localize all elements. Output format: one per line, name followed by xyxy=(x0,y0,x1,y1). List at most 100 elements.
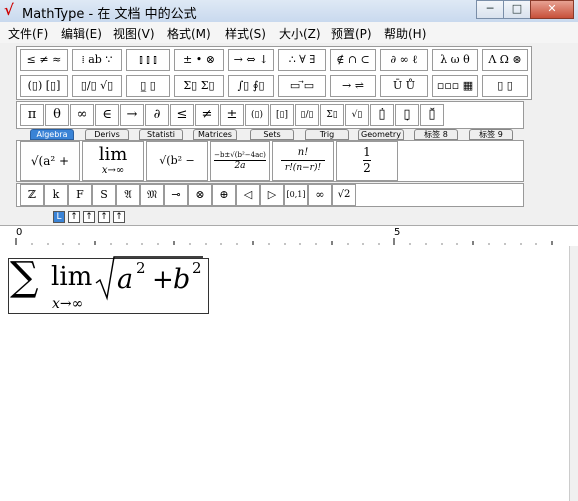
size-button-up-2[interactable]: ↑ xyxy=(83,211,95,223)
symbol-s[interactable]: S xyxy=(92,184,116,206)
symbol-dot-accent[interactable]: ▯̇ xyxy=(370,104,394,126)
title-bar: √ MathType - 在 文档 中的公式 ─ □ ✕ xyxy=(0,0,578,23)
equation-plus: + xyxy=(152,265,174,295)
menu-preferences[interactable]: 预置(P) xyxy=(331,25,372,42)
template-limit[interactable]: lim x→∞ xyxy=(82,141,144,181)
template-sqrt-sum-squares[interactable]: √(a² + b²) xyxy=(20,141,80,181)
palette-relations[interactable]: ≤ ≠ ≈ xyxy=(20,49,68,71)
template-discriminant[interactable]: √(b² − 4ac) xyxy=(146,141,208,181)
palette-bars[interactable]: ▭ ⃗▭ xyxy=(278,75,326,97)
menu-bar: 文件(F) 编辑(E) 视图(V) 格式(M) 样式(S) 大小(Z) 预置(P… xyxy=(0,22,578,44)
vertical-scrollbar[interactable] xyxy=(569,246,578,501)
tab-geometry[interactable]: Geometry xyxy=(358,129,404,140)
tab-label-9[interactable]: 标签 9 xyxy=(469,129,513,140)
ruler[interactable]: 0 5 xyxy=(0,225,578,247)
symbol-pi[interactable]: π xyxy=(20,104,44,126)
palette-misc[interactable]: ∂ ∞ ℓ xyxy=(380,49,428,71)
symbol-dot-below[interactable]: ▯̣ xyxy=(395,104,419,126)
template-combination[interactable]: n! r!(n−r)! xyxy=(272,141,334,181)
template-half-numerator: 1 xyxy=(363,145,371,159)
symbol-infinity[interactable]: ∞ xyxy=(70,104,94,126)
palette-boxes[interactable]: ▯ ▯ xyxy=(482,75,528,97)
palette-subscripts[interactable]: ▯̲ ▯ xyxy=(126,75,170,97)
equation-sum: ∑ xyxy=(10,254,39,300)
palette-greek-upper[interactable]: Λ Ω ⊛ xyxy=(482,49,528,71)
symbol-less-equal[interactable]: ≤ xyxy=(170,104,194,126)
tab-sets[interactable]: Sets xyxy=(250,129,294,140)
symbol-plus-minus[interactable]: ± xyxy=(220,104,244,126)
template-quadratic-numerator: −b±√(b²−4ac) xyxy=(214,151,266,161)
symbol-f[interactable]: F xyxy=(68,184,92,206)
symbol-otimes[interactable]: ⊗ xyxy=(188,184,212,206)
minimize-button[interactable]: ─ xyxy=(476,0,504,19)
symbol-fraktur-m[interactable]: 𝔐 xyxy=(140,184,164,206)
template-combination-numerator: n! xyxy=(297,147,309,158)
menu-style[interactable]: 样式(S) xyxy=(225,25,266,42)
symbol-multimap[interactable]: ⊸ xyxy=(164,184,188,206)
symbol-theta[interactable]: θ xyxy=(45,104,69,126)
template-quadratic-formula[interactable]: −b±√(b²−4ac) 2a xyxy=(210,141,270,181)
menu-edit[interactable]: 编辑(E) xyxy=(61,25,102,42)
symbol-right-triangle[interactable]: ▷ xyxy=(260,184,284,206)
tab-matrices[interactable]: Matrices xyxy=(193,129,237,140)
ruler-mark-5: 5 xyxy=(394,227,401,238)
template-limit-main: lim xyxy=(98,144,128,165)
equation-editor[interactable]: ∑ lim x→∞ a 2 + b 2 xyxy=(0,246,570,501)
symbol-summation[interactable]: Σ▯ xyxy=(320,104,344,126)
equation-a-exponent: 2 xyxy=(136,259,146,277)
symbol-integers[interactable]: ℤ xyxy=(20,184,44,206)
symbol-left-triangle[interactable]: ◁ xyxy=(236,184,260,206)
symbol-fraktur-a[interactable]: 𝔄 xyxy=(116,184,140,206)
palette-embellishments[interactable]: ⫾ ⫾ ⫾ xyxy=(126,49,170,71)
tab-algebra[interactable]: Algebra xyxy=(30,129,74,140)
tab-trig[interactable]: Trig xyxy=(305,129,349,140)
menu-size[interactable]: 大小(Z) xyxy=(279,25,321,42)
ruler-ticks xyxy=(15,238,553,245)
close-button[interactable]: ✕ xyxy=(530,0,574,19)
palette-integrals[interactable]: ∫▯ ∮▯ xyxy=(228,75,274,97)
symbol-right-arrow[interactable]: → xyxy=(120,104,144,126)
symbol-brackets[interactable]: [▯] xyxy=(270,104,294,126)
palette-products[interactable]: Ū Ů xyxy=(380,75,428,97)
tab-statistics[interactable]: Statisti xyxy=(139,129,183,140)
template-limit-sub: x→∞ xyxy=(101,165,125,176)
palette-summations[interactable]: Σ▯ Σ▯ xyxy=(174,75,224,97)
symbol-infinity-small[interactable]: ∞ xyxy=(308,184,332,206)
size-button-up-1[interactable]: ↑ xyxy=(68,211,80,223)
symbol-fraction[interactable]: ▯/▯ xyxy=(295,104,319,126)
palette-logic[interactable]: ∴ ∀ ∃ xyxy=(278,49,326,71)
palette-sets[interactable]: ∉ ∩ ⊂ xyxy=(330,49,376,71)
palette-operators[interactable]: ± • ⊗ xyxy=(174,49,224,71)
palette-greek-lower[interactable]: λ ω θ xyxy=(432,49,478,71)
menu-format[interactable]: 格式(M) xyxy=(167,25,211,42)
symbol-partial[interactable]: ∂ xyxy=(145,104,169,126)
palette-fractions-radicals[interactable]: ▯/▯ √▯ xyxy=(72,75,122,97)
palette-matrices[interactable]: ▫▫▫ ▦ xyxy=(432,75,478,97)
symbol-not-equal[interactable]: ≠ xyxy=(195,104,219,126)
palette-spaces[interactable]: ⁞ ab ∵ xyxy=(72,49,122,71)
menu-file[interactable]: 文件(F) xyxy=(8,25,48,42)
symbol-interval[interactable]: [0,1] xyxy=(284,184,308,206)
tab-label-8[interactable]: 标签 8 xyxy=(414,129,458,140)
equation-b-exponent: 2 xyxy=(192,259,202,277)
equation[interactable]: ∑ lim x→∞ a 2 + b 2 xyxy=(8,254,203,318)
palette-arrows[interactable]: → ⇔ ↓ xyxy=(228,49,274,71)
symbol-k[interactable]: k xyxy=(44,184,68,206)
symbol-sqrt-2[interactable]: √2 xyxy=(332,184,356,206)
tab-derivs[interactable]: Derivs xyxy=(85,129,129,140)
template-half[interactable]: 1 2 xyxy=(336,141,398,181)
symbol-breve[interactable]: ▯̆ xyxy=(420,104,444,126)
menu-help[interactable]: 帮助(H) xyxy=(384,25,426,42)
palette-fences[interactable]: (▯) [▯] xyxy=(20,75,68,97)
maximize-button[interactable]: □ xyxy=(503,0,531,19)
symbol-sqrt[interactable]: √▯ xyxy=(345,104,369,126)
symbol-oplus[interactable]: ⊕ xyxy=(212,184,236,206)
size-button-up-3[interactable]: ↑ xyxy=(98,211,110,223)
palette-labeled-arrows[interactable]: → ⇌ xyxy=(330,75,376,97)
symbol-element-of[interactable]: ∈ xyxy=(95,104,119,126)
menu-view[interactable]: 视图(V) xyxy=(113,25,155,42)
ruler-mark-0: 0 xyxy=(16,227,23,238)
size-button-up-4[interactable]: ↑ xyxy=(113,211,125,223)
symbol-parentheses[interactable]: (▯) xyxy=(245,104,269,126)
size-button-large[interactable]: L xyxy=(53,211,65,223)
